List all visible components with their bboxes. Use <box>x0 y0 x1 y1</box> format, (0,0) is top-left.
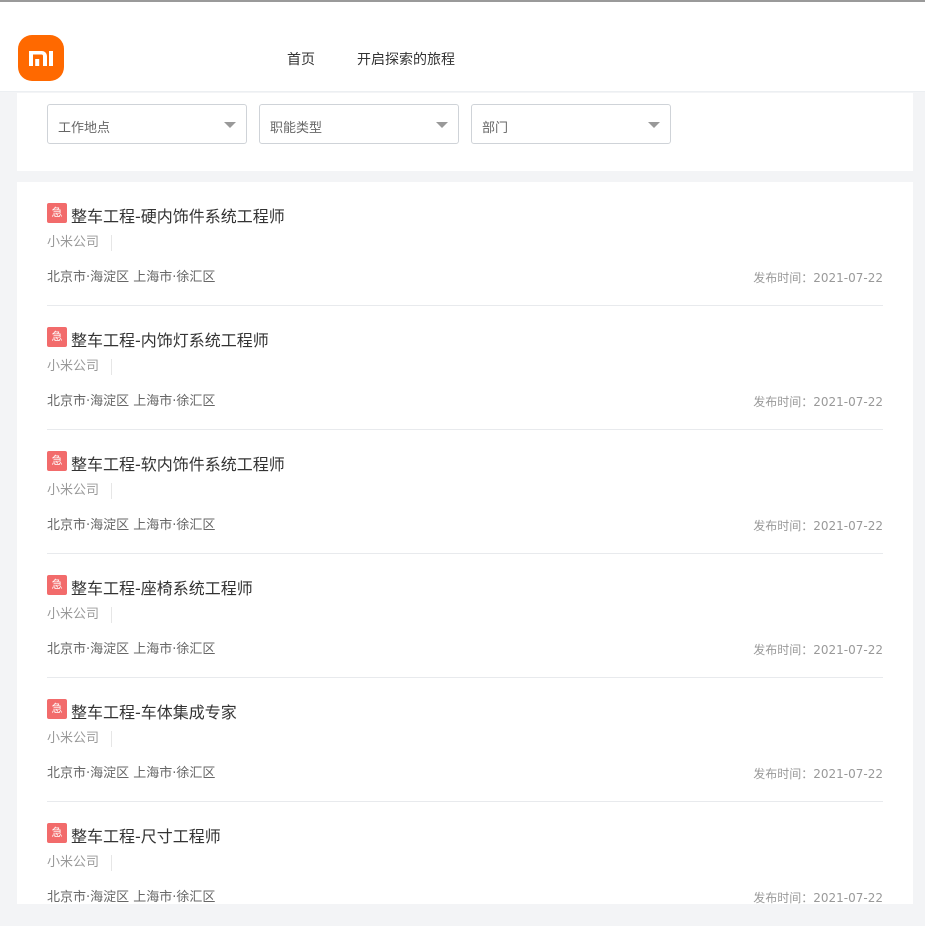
chevron-down-icon <box>436 122 448 128</box>
urgent-badge: 急 <box>47 699 67 719</box>
job-title[interactable]: 整车工程-硬内饰件系统工程师 <box>71 203 285 227</box>
function-type-select[interactable]: 职能类型 <box>259 104 459 144</box>
job-location: 北京市·海淀区 上海市·徐汇区 <box>47 890 216 905</box>
job-item[interactable]: 急 整车工程-内饰灯系统工程师 小米公司 北京市·海淀区 上海市·徐汇区 发布时… <box>47 306 883 430</box>
filter-panel: 工作地点 职能类型 部门 <box>17 93 913 171</box>
job-company: 小米公司 <box>47 731 113 747</box>
job-publish-date: 发布时间：2021-07-22 <box>753 395 883 409</box>
job-location: 北京市·海淀区 上海市·徐汇区 <box>47 518 216 533</box>
job-publish-date: 发布时间：2021-07-22 <box>753 643 883 657</box>
job-company: 小米公司 <box>47 607 113 623</box>
page-gutter <box>913 93 925 904</box>
department-select[interactable]: 部门 <box>471 104 671 144</box>
job-title[interactable]: 整车工程-内饰灯系统工程师 <box>71 327 269 351</box>
chevron-down-icon <box>224 122 236 128</box>
job-publish-date: 发布时间：2021-07-22 <box>753 891 883 905</box>
location-select[interactable]: 工作地点 <box>47 104 247 144</box>
function-type-select-placeholder: 职能类型 <box>270 121 323 136</box>
nav-journey[interactable]: 开启探索的旅程 <box>357 49 455 69</box>
job-list: 急 整车工程-硬内饰件系统工程师 小米公司 北京市·海淀区 上海市·徐汇区 发布… <box>17 182 913 905</box>
job-publish-date: 发布时间：2021-07-22 <box>753 767 883 781</box>
urgent-badge: 急 <box>47 451 67 471</box>
job-location: 北京市·海淀区 上海市·徐汇区 <box>47 642 216 657</box>
job-title[interactable]: 整车工程-车体集成专家 <box>71 699 237 723</box>
mi-logo[interactable] <box>18 35 64 81</box>
job-title[interactable]: 整车工程-软内饰件系统工程师 <box>71 451 285 475</box>
job-company: 小米公司 <box>47 359 113 375</box>
job-company: 小米公司 <box>47 235 113 251</box>
job-location: 北京市·海淀区 上海市·徐汇区 <box>47 270 216 285</box>
location-select-placeholder: 工作地点 <box>58 121 111 136</box>
job-location: 北京市·海淀区 上海市·徐汇区 <box>47 394 216 409</box>
site-header: 首页 开启探索的旅程 <box>0 2 925 92</box>
job-publish-date: 发布时间：2021-07-22 <box>753 519 883 533</box>
nav-home[interactable]: 首页 <box>287 49 315 69</box>
job-title[interactable]: 整车工程-座椅系统工程师 <box>71 575 253 599</box>
job-item[interactable]: 急 整车工程-软内饰件系统工程师 小米公司 北京市·海淀区 上海市·徐汇区 发布… <box>47 430 883 554</box>
urgent-badge: 急 <box>47 575 67 595</box>
job-location: 北京市·海淀区 上海市·徐汇区 <box>47 766 216 781</box>
job-company: 小米公司 <box>47 855 113 871</box>
job-company: 小米公司 <box>47 483 113 499</box>
job-publish-date: 发布时间：2021-07-22 <box>753 271 883 285</box>
job-item[interactable]: 急 整车工程-硬内饰件系统工程师 小米公司 北京市·海淀区 上海市·徐汇区 发布… <box>47 182 883 306</box>
urgent-badge: 急 <box>47 203 67 223</box>
job-item[interactable]: 急 整车工程-车体集成专家 小米公司 北京市·海淀区 上海市·徐汇区 发布时间：… <box>47 678 883 802</box>
job-item[interactable]: 急 整车工程-尺寸工程师 小米公司 北京市·海淀区 上海市·徐汇区 发布时间：2… <box>47 802 883 926</box>
job-item[interactable]: 急 整车工程-座椅系统工程师 小米公司 北京市·海淀区 上海市·徐汇区 发布时间… <box>47 554 883 678</box>
urgent-badge: 急 <box>47 327 67 347</box>
mi-logo-icon <box>29 51 53 66</box>
chevron-down-icon <box>648 122 660 128</box>
urgent-badge: 急 <box>47 823 67 843</box>
job-title[interactable]: 整车工程-尺寸工程师 <box>71 823 221 847</box>
department-select-placeholder: 部门 <box>482 121 509 136</box>
